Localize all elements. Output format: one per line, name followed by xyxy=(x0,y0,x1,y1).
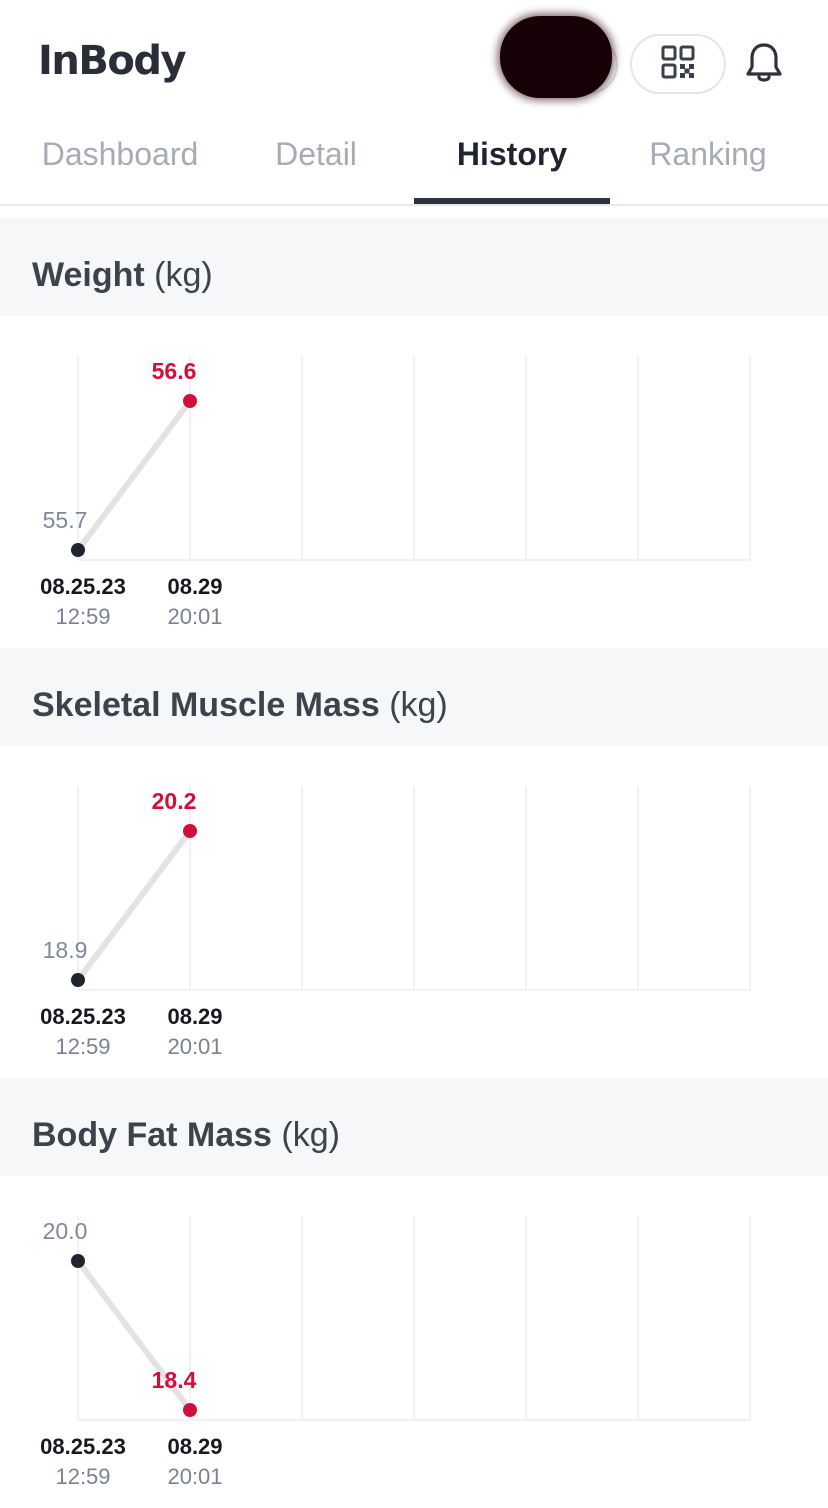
section-title: Body Fat Mass (kg) xyxy=(32,1116,340,1155)
x-date-label: 08.29 xyxy=(167,1434,222,1459)
x-date-label: 08.29 xyxy=(167,1004,222,1029)
app-logo: InBody xyxy=(38,38,187,84)
value-label: 20.0 xyxy=(43,1218,88,1244)
x-time-label: 20:01 xyxy=(167,604,222,629)
section-title-text: Skeletal Muscle Mass xyxy=(32,686,380,724)
latest-data-point xyxy=(183,394,197,408)
qr-code-button[interactable] xyxy=(630,34,726,94)
body-fat-mass-chart-card[interactable]: 20.0 08.25.23 12:59 18.4 08.29 20:01 xyxy=(0,1176,828,1508)
section-unit: (kg) xyxy=(389,686,448,724)
skeletal-muscle-mass-chart-card[interactable]: 18.9 08.25.23 12:59 20.2 08.29 20:01 xyxy=(0,746,828,1078)
latest-value-label: 56.6 xyxy=(152,358,197,384)
section-title: Weight (kg) xyxy=(32,256,213,295)
section-unit: (kg) xyxy=(281,1116,340,1154)
x-time-label: 12:59 xyxy=(55,604,110,629)
tab-ranking[interactable]: Ranking xyxy=(610,120,806,206)
body-fat-mass-section: Body Fat Mass (kg) 20.0 08.25.23 12:59 18.4… xyxy=(0,1078,828,1508)
bell-icon xyxy=(744,41,784,90)
weight-section: Weight (kg) 55.7 08.25.23 12:59 56.6 08.29 20… xyxy=(0,218,828,648)
latest-data-point xyxy=(183,824,197,838)
series-line xyxy=(75,398,193,553)
section-title-text: Weight xyxy=(32,256,145,294)
latest-data-point xyxy=(183,1403,197,1417)
section-title-text: Body Fat Mass xyxy=(32,1116,272,1154)
value-label: 55.7 xyxy=(43,507,88,533)
section-header: Skeletal Muscle Mass (kg) xyxy=(0,648,828,746)
section-header: Weight (kg) xyxy=(0,218,828,316)
tab-bar: Dashboard Detail History Ranking xyxy=(0,120,828,206)
section-header: Body Fat Mass (kg) xyxy=(0,1078,828,1176)
body-fat-mass-chart: 20.0 08.25.23 12:59 18.4 08.29 20:01 xyxy=(40,1216,751,1489)
x-date-label: 08.25.23 xyxy=(40,574,126,599)
weight-chart-card[interactable]: 55.7 08.25.23 12:59 56.6 08.29 20:01 xyxy=(0,316,828,648)
value-label: 18.9 xyxy=(43,937,88,963)
tab-detail[interactable]: Detail xyxy=(218,120,414,206)
section-title: Skeletal Muscle Mass (kg) xyxy=(32,686,448,725)
latest-value-label: 20.2 xyxy=(152,788,197,814)
x-date-label: 08.25.23 xyxy=(40,1434,126,1459)
skeletal-muscle-mass-section: Skeletal Muscle Mass (kg) 18.9 08.25.23 12… xyxy=(0,648,828,1078)
avatar[interactable] xyxy=(500,16,612,98)
weight-chart: 55.7 08.25.23 12:59 56.6 08.29 20:01 xyxy=(40,356,751,629)
x-time-label: 20:01 xyxy=(167,1464,222,1489)
series-line xyxy=(75,828,193,983)
skeletal-muscle-mass-chart: 18.9 08.25.23 12:59 20.2 08.29 20:01 xyxy=(40,786,751,1059)
x-date-label: 08.25.23 xyxy=(40,1004,126,1029)
x-date-label: 08.29 xyxy=(167,574,222,599)
app-header: InBody xyxy=(0,0,828,120)
tab-dashboard[interactable]: Dashboard xyxy=(22,120,218,206)
qr-code-icon xyxy=(661,45,695,84)
notifications-button[interactable] xyxy=(740,40,788,90)
data-point xyxy=(71,543,85,557)
active-tab-indicator xyxy=(414,198,610,204)
x-time-label: 20:01 xyxy=(167,1034,222,1059)
data-point xyxy=(71,973,85,987)
tab-history[interactable]: History xyxy=(414,120,610,206)
x-time-label: 12:59 xyxy=(55,1464,110,1489)
x-time-label: 12:59 xyxy=(55,1034,110,1059)
section-unit: (kg) xyxy=(154,256,213,294)
latest-value-label: 18.4 xyxy=(152,1367,197,1393)
divider xyxy=(0,206,828,218)
data-point xyxy=(71,1254,85,1268)
